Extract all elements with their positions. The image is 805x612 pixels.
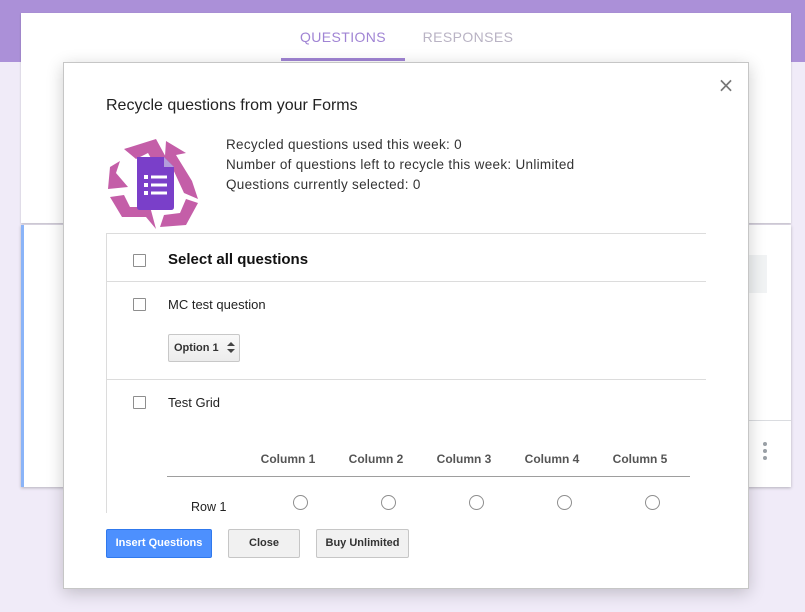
grid-radio[interactable] [645,495,660,510]
grid-column-header: Column 2 [348,452,404,466]
grid-column-header: Column 4 [524,452,580,466]
question-checkbox[interactable] [133,298,146,311]
question-checkbox[interactable] [133,396,146,409]
stat-selected: Questions currently selected: 0 [226,177,421,192]
close-button[interactable]: Close [228,529,300,558]
buy-unlimited-button[interactable]: Buy Unlimited [316,529,409,558]
tab-questions[interactable]: QUESTIONS [281,13,405,61]
grid-column-header: Column 1 [260,452,316,466]
question-item: Test Grid Column 1 Column 2 Column 3 Col… [107,380,706,513]
select-all-label: Select all questions [168,251,309,268]
grid-radio[interactable] [469,495,484,510]
grid-header-divider [167,476,690,477]
recycle-stats: Recycled questions used this week: 0 Num… [226,135,574,195]
select-all-row: Select all questions [107,234,706,282]
insert-questions-button[interactable]: Insert Questions [106,529,212,558]
more-vert-icon[interactable] [757,440,773,462]
grid-radio[interactable] [557,495,572,510]
stat-left: Number of questions left to recycle this… [226,157,575,172]
option-select[interactable]: Option 1 [168,334,240,362]
option-select-value: Option 1 [174,342,219,354]
select-all-checkbox[interactable] [133,254,146,267]
grid-radio[interactable] [293,495,308,510]
grid-column-header: Column 5 [612,452,668,466]
select-arrows-icon [227,342,235,354]
question-list[interactable]: Select all questions MC test question Op… [106,233,706,513]
recycle-dialog: × Recycle questions from your Forms Recy… [63,62,749,589]
grid-column-header: Column 3 [436,452,492,466]
close-icon[interactable]: × [716,75,736,95]
question-title: Test Grid [168,395,221,410]
question-item: MC test question Option 1 [107,282,706,380]
tab-responses[interactable]: RESPONSES [405,13,531,61]
dialog-title: Recycle questions from your Forms [106,97,358,114]
recycle-forms-logo-icon [108,139,198,229]
stat-used: Recycled questions used this week: 0 [226,137,462,152]
grid-row-label: Row 1 [191,500,227,513]
question-title: MC test question [168,297,266,312]
grid-radio[interactable] [381,495,396,510]
